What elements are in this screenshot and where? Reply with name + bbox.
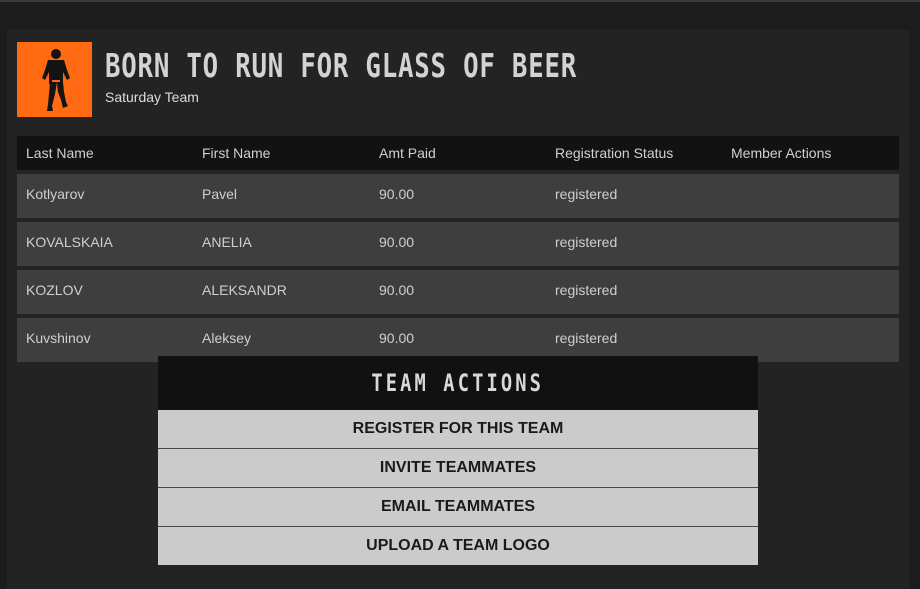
invite-teammates-button[interactable]: INVITE TEAMMATES xyxy=(158,449,758,488)
column-header-first-name: First Name xyxy=(193,136,370,170)
window-top-border xyxy=(0,0,920,2)
cell-amt-paid: 90.00 xyxy=(370,222,546,266)
cell-member-actions xyxy=(722,222,899,266)
email-teammates-button[interactable]: EMAIL TEAMMATES xyxy=(158,488,758,527)
column-header-last-name: Last Name xyxy=(17,136,193,170)
cell-amt-paid: 90.00 xyxy=(370,174,546,218)
cell-member-actions xyxy=(722,270,899,314)
column-header-amt-paid: Amt Paid xyxy=(370,136,546,170)
cell-status: registered xyxy=(546,270,722,314)
cell-first-name: Pavel xyxy=(193,174,370,218)
table-row: KOVALSKAIA ANELIA 90.00 registered xyxy=(17,222,899,266)
table-row: KOZLOV ALEKSANDR 90.00 registered xyxy=(17,270,899,314)
team-name: BORN TO RUN FOR GLASS OF BEER xyxy=(105,46,578,85)
team-header: BORN TO RUN FOR GLASS OF BEER Saturday T… xyxy=(17,42,897,117)
runner-silhouette-icon xyxy=(42,49,70,111)
register-for-team-button[interactable]: REGISTER FOR THIS TEAM xyxy=(158,410,758,449)
team-actions-title: TEAM ACTIONS xyxy=(158,356,758,410)
column-header-member-actions: Member Actions xyxy=(722,136,899,170)
column-header-registration-status: Registration Status xyxy=(546,136,722,170)
cell-status: registered xyxy=(546,174,722,218)
cell-amt-paid: 90.00 xyxy=(370,270,546,314)
cell-member-actions xyxy=(722,174,899,218)
cell-status: registered xyxy=(546,222,722,266)
team-logo xyxy=(17,42,92,117)
table-header-row: Last Name First Name Amt Paid Registrati… xyxy=(17,136,899,170)
cell-last-name: KOZLOV xyxy=(17,270,193,314)
upload-team-logo-button[interactable]: UPLOAD A TEAM LOGO xyxy=(158,527,758,565)
cell-last-name: KOVALSKAIA xyxy=(17,222,193,266)
team-actions-panel: TEAM ACTIONS REGISTER FOR THIS TEAM INVI… xyxy=(158,356,758,565)
team-subtitle: Saturday Team xyxy=(105,89,199,105)
table-row: Kotlyarov Pavel 90.00 registered xyxy=(17,174,899,218)
cell-first-name: ANELIA xyxy=(193,222,370,266)
cell-last-name: Kotlyarov xyxy=(17,174,193,218)
roster-table: Last Name First Name Amt Paid Registrati… xyxy=(17,132,899,366)
cell-first-name: ALEKSANDR xyxy=(193,270,370,314)
